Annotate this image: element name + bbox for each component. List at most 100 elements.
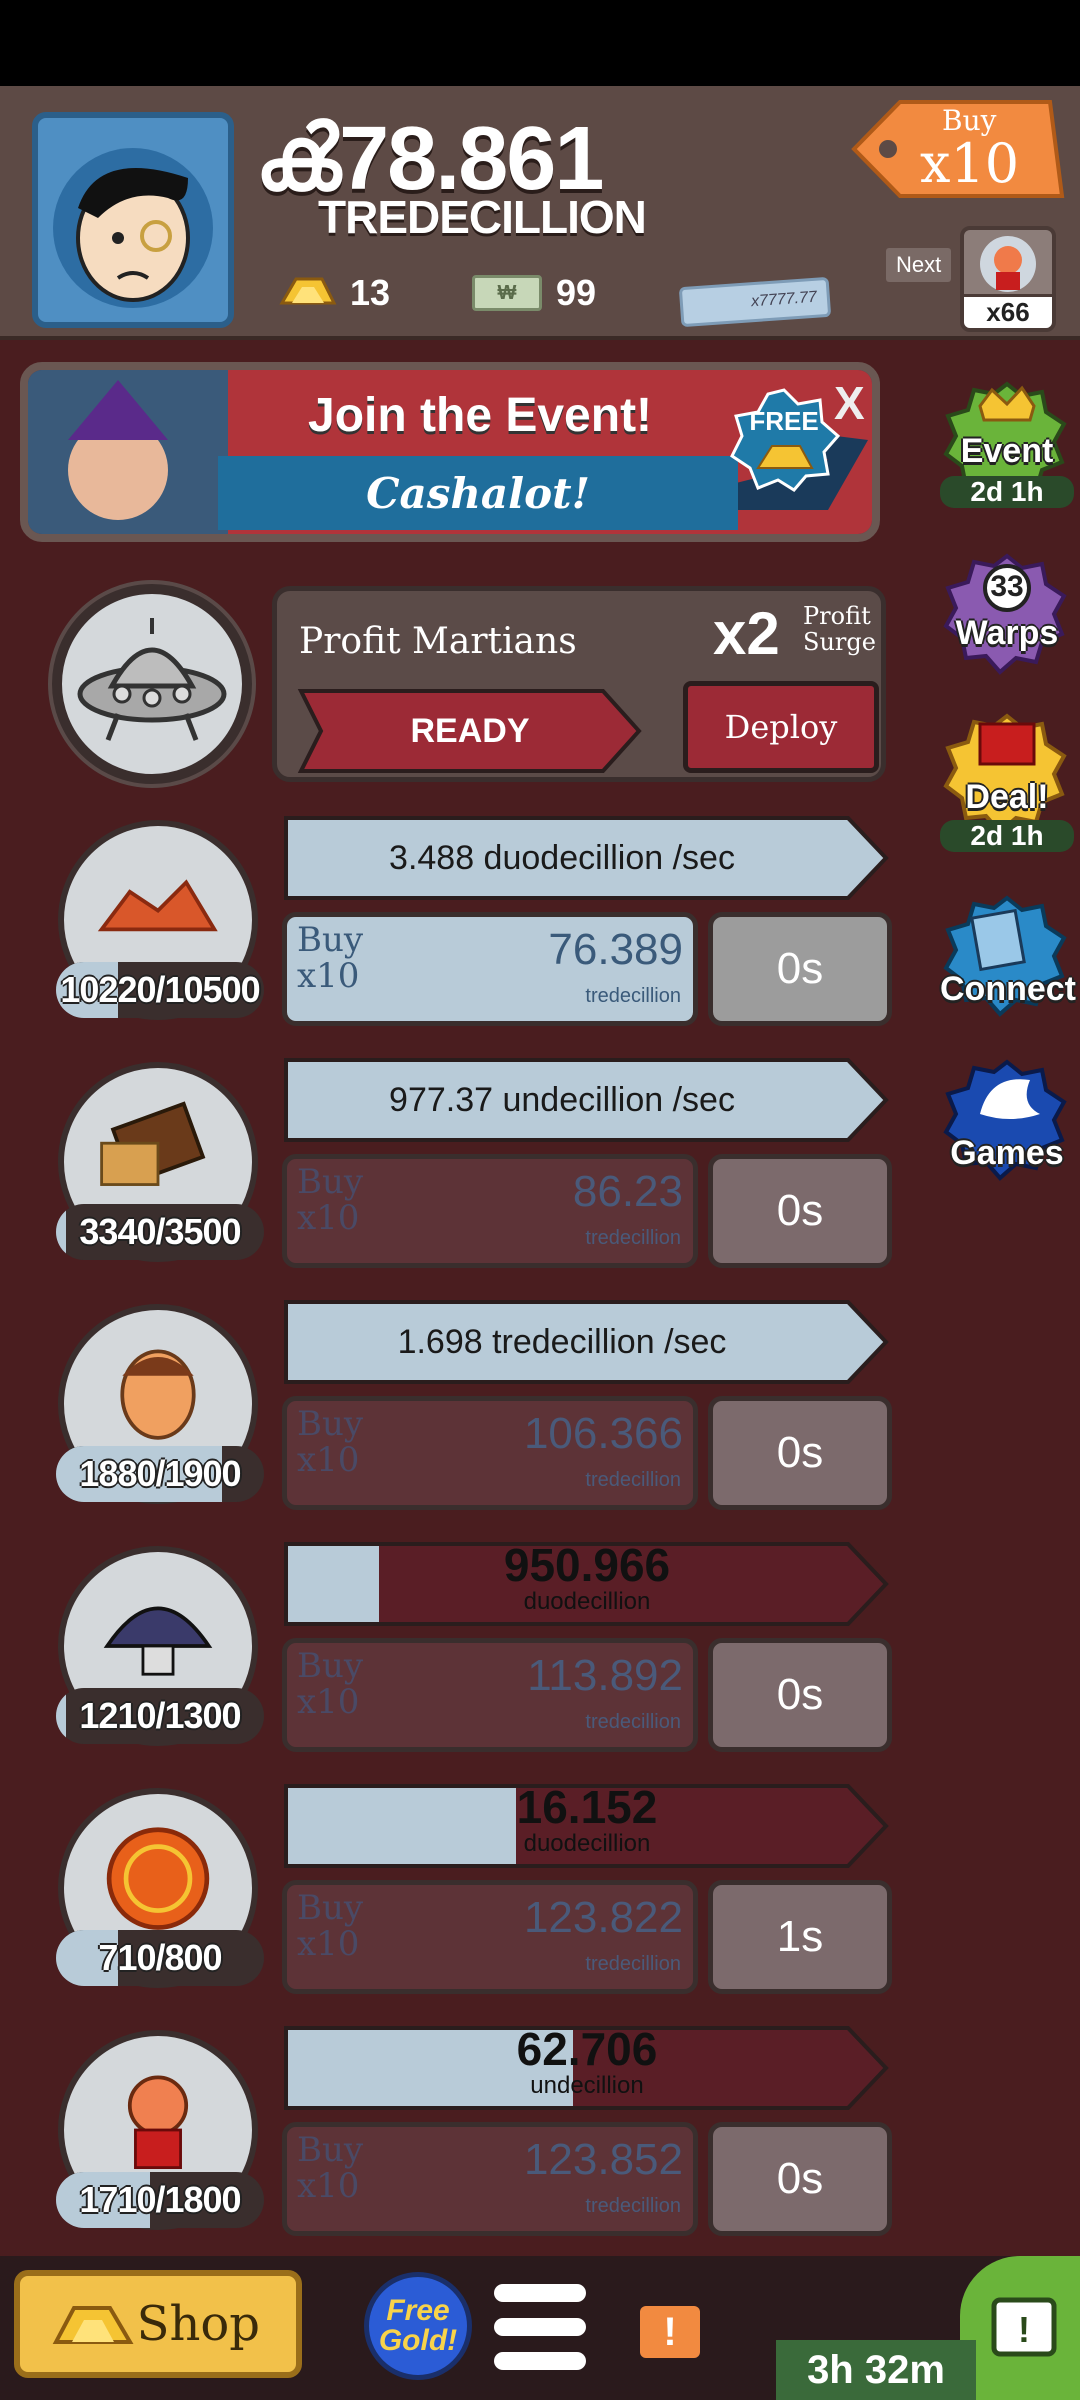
business-count-text: 1710/1800 bbox=[79, 2179, 241, 2220]
header: ൿ78.861 TREDECILLION 13 ₩ 99 x7777.77 Bu… bbox=[0, 86, 1080, 340]
business-timer[interactable]: 0s bbox=[708, 1638, 892, 1752]
deploy-button[interactable]: Deploy bbox=[683, 681, 879, 773]
close-icon[interactable]: X bbox=[834, 376, 865, 430]
business-count-text: 1210/1300 bbox=[79, 1695, 241, 1736]
buy-tag-mult: x10 bbox=[920, 132, 1020, 195]
manager-ufo-icon[interactable] bbox=[52, 584, 252, 784]
business-revenue-unit: duodecillion bbox=[523, 1588, 651, 1615]
buy-button[interactable]: Buy x10 86.23 tredecillion bbox=[282, 1154, 698, 1268]
tv-shape: ! bbox=[991, 2297, 1057, 2357]
svg-text:!: ! bbox=[1018, 2309, 1030, 2350]
buy-label: Buy x10 bbox=[297, 1646, 364, 1722]
business-progress-bar[interactable]: 3.488 duodecillion /sec bbox=[282, 812, 892, 904]
megabucks-counter[interactable]: ₩ 99 bbox=[472, 272, 596, 314]
connect-side-button[interactable]: Connect bbox=[940, 890, 1076, 1024]
buy-label: Buy x10 bbox=[297, 1162, 364, 1238]
event-subtitle: Cashalot! bbox=[218, 456, 738, 530]
deal-side-button[interactable]: Deal! 2d 1h bbox=[940, 708, 1074, 852]
business-count: 1880/1900 bbox=[56, 1446, 264, 1502]
business-progress-bar[interactable]: 1.698 tredecillion /sec bbox=[282, 1296, 892, 1388]
business-count-text: 3340/3500 bbox=[79, 1211, 241, 1252]
event-side-button[interactable]: Event 2d 1h bbox=[940, 376, 1074, 510]
shop-button[interactable]: Shop bbox=[14, 2270, 302, 2378]
bill-stack-icon[interactable]: x7777.77 bbox=[678, 276, 832, 328]
business-row: 3340/3500 977.37 undecillion /sec Buy x10 86… bbox=[0, 1054, 920, 1294]
games-side-button[interactable]: Games bbox=[940, 1054, 1074, 1188]
business-count-text: 710/800 bbox=[98, 1937, 222, 1978]
business-timer[interactable]: 1s bbox=[708, 1880, 892, 1994]
business-progress-bar[interactable]: 16.152 duodecillion bbox=[282, 1780, 892, 1872]
business-progress-bar[interactable]: 950.966 duodecillion bbox=[282, 1538, 892, 1630]
alert-icon[interactable]: ! bbox=[640, 2306, 700, 2358]
event-side-label: Event bbox=[960, 432, 1054, 470]
business-timer[interactable]: 0s bbox=[708, 2122, 892, 2236]
gold-bars-icon bbox=[279, 277, 337, 305]
status-bar bbox=[0, 0, 1080, 86]
business-progress-bar[interactable]: 62.706 undecillion bbox=[282, 2022, 892, 2114]
megabucks-count: 99 bbox=[556, 272, 597, 313]
next-unlock-button[interactable]: x66 bbox=[960, 226, 1056, 332]
business-row: 1880/1900 1.698 tredecillion /sec Buy x10 10… bbox=[0, 1296, 920, 1536]
business-revenue: 62.706 undecillion bbox=[282, 2026, 892, 2100]
business-timer[interactable]: 0s bbox=[708, 912, 892, 1026]
business-timer[interactable]: 0s bbox=[708, 1396, 892, 1510]
warps-side-button[interactable]: 33 Warps bbox=[940, 548, 1074, 682]
tv-icon[interactable]: ! bbox=[960, 2256, 1080, 2400]
business-revenue-value: 16.152 bbox=[516, 1781, 658, 1833]
buy-price-unit: tredecillion bbox=[585, 1711, 681, 1733]
buy-price-unit: tredecillion bbox=[585, 1953, 681, 1975]
event-banner[interactable]: Join the Event! Cashalot! FREE X bbox=[20, 362, 880, 542]
buy-label: Buy x10 bbox=[297, 920, 364, 996]
buy-button[interactable]: Buy x10 76.389 tredecillion bbox=[282, 912, 698, 1026]
business-row: 1710/1800 62.706 undecillion Buy x10 123.852 t… bbox=[0, 2022, 920, 2262]
buy-button[interactable]: Buy x10 123.852 tredecillion bbox=[282, 2122, 698, 2236]
manager-name: Profit Martians bbox=[299, 621, 577, 662]
business-progress-bar[interactable]: 977.37 undecillion /sec bbox=[282, 1054, 892, 1146]
buy-label: Buy x10 bbox=[297, 1404, 364, 1480]
business-revenue-value: 950.966 bbox=[503, 1539, 671, 1591]
business-rate: 1.698 tredecillion /sec bbox=[397, 1322, 727, 1361]
buy-multiplier-button[interactable]: Buy x10 bbox=[850, 94, 1070, 204]
buy-label: Buy x10 bbox=[297, 2130, 364, 2206]
buy-button[interactable]: Buy x10 106.366 tredecillion bbox=[282, 1396, 698, 1510]
business-count: 1210/1300 bbox=[56, 1688, 264, 1744]
business-count-text: 1880/1900 bbox=[79, 1453, 241, 1494]
megabucks-icon: ₩ bbox=[472, 275, 542, 311]
business-revenue-unit: undecillion bbox=[530, 2072, 644, 2099]
business-revenue: 16.152 duodecillion bbox=[282, 1784, 892, 1858]
buy-button[interactable]: Buy x10 113.892 tredecillion bbox=[282, 1638, 698, 1752]
gold-bars-icon bbox=[52, 2306, 134, 2344]
business-count: 1710/1800 bbox=[56, 2172, 264, 2228]
ufo-icon bbox=[77, 618, 227, 741]
business-count-text: 10220/10500 bbox=[60, 969, 260, 1010]
business-row: 1210/1300 950.966 duodecillion Buy x10 113.89… bbox=[0, 1538, 920, 1778]
buy-price: 86.23 bbox=[572, 1167, 683, 1216]
free-badge-icon bbox=[730, 388, 841, 492]
bottom-bar: Shop Free Gold! ! ! 3h 32m bbox=[0, 2256, 1080, 2400]
gold-counter[interactable]: 13 bbox=[278, 272, 390, 314]
business-revenue: 950.966 duodecillion bbox=[282, 1542, 892, 1616]
business-rate: 3.488 duodecillion /sec bbox=[389, 838, 735, 877]
manager-panel: Profit Martians x2 Profit Surge READY De… bbox=[272, 586, 886, 782]
business-count: 3340/3500 bbox=[56, 1204, 264, 1260]
offline-timer: 3h 32m bbox=[776, 2340, 976, 2400]
event-side-timer: 2d 1h bbox=[940, 476, 1074, 508]
money-unit: TREDECILLION bbox=[318, 191, 647, 243]
business-timer[interactable]: 0s bbox=[708, 1154, 892, 1268]
free-gold-button[interactable]: Free Gold! bbox=[364, 2272, 472, 2380]
buy-price-unit: tredecillion bbox=[585, 985, 681, 1007]
buy-price: 123.852 bbox=[523, 2135, 683, 2184]
buy-price: 76.389 bbox=[548, 925, 683, 974]
business-revenue-value: 62.706 bbox=[516, 2023, 658, 2075]
business-row: 710/800 16.152 duodecillion Buy x10 123.822 tr… bbox=[0, 1780, 920, 2020]
manager-ready-indicator: READY bbox=[297, 687, 643, 775]
buy-price: 123.822 bbox=[523, 1893, 683, 1942]
next-unlock-icon bbox=[980, 236, 1036, 292]
warps-count: 33 bbox=[990, 570, 1024, 603]
player-avatar[interactable] bbox=[32, 112, 234, 328]
manager-multiplier-desc: Profit Surge bbox=[803, 602, 876, 657]
buy-price: 106.366 bbox=[523, 1409, 683, 1458]
buy-button[interactable]: Buy x10 123.822 tredecillion bbox=[282, 1880, 698, 1994]
menu-icon[interactable] bbox=[494, 2284, 586, 2374]
buy-price: 113.892 bbox=[527, 1651, 683, 1700]
